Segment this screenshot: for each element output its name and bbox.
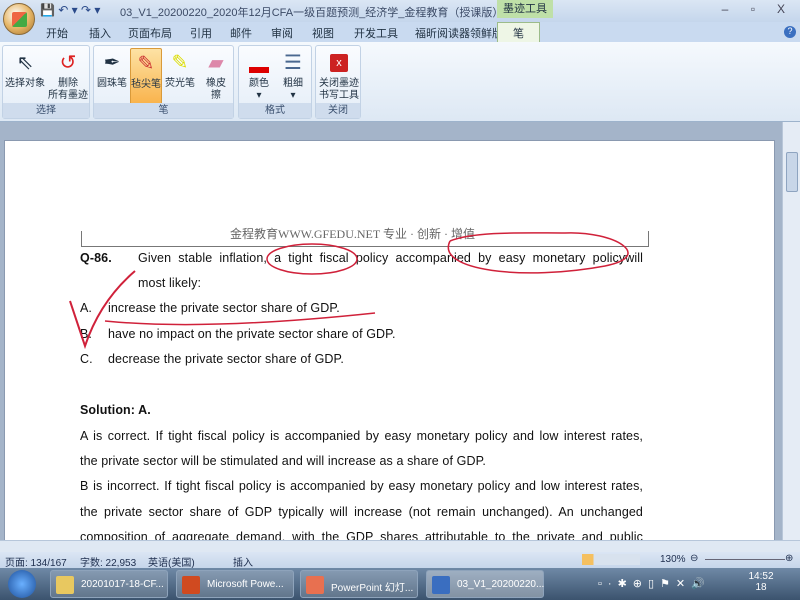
taskbar-item-powerpoint[interactable]: Microsoft Powe...	[176, 570, 294, 598]
window-title: 03_V1_20200220_2020年12月CFA一级百题预测_经济学_金程教…	[120, 7, 543, 19]
taskbar: 20201017-18-CF... Microsoft Powe... Powe…	[0, 568, 800, 600]
document-page[interactable]: 金程教育WWW.GFEDU.NET 专业 · 创新 · 增值 Q-86. Giv…	[4, 140, 775, 540]
clock[interactable]: 14:52 18	[748, 571, 774, 593]
group-label: 格式	[239, 103, 311, 118]
slideshow-icon	[306, 576, 324, 594]
zoom-in-icon[interactable]: ⊕	[785, 553, 793, 564]
powerpoint-icon	[182, 576, 200, 594]
tab-pens[interactable]: 笔	[497, 22, 540, 43]
ink-circle-easy-monetary	[447, 232, 629, 274]
page-count[interactable]: 页面: 134/167	[5, 554, 67, 569]
tab-mailings[interactable]: 邮件	[230, 25, 252, 41]
taskbar-item-word[interactable]: 03_V1_20200220...	[426, 570, 544, 598]
eraser-icon: ▰	[208, 52, 224, 74]
zoom-out-icon[interactable]: ⊖	[690, 553, 698, 564]
minimize-button[interactable]: –	[713, 2, 737, 16]
view-buttons[interactable]	[582, 554, 640, 565]
tab-insert[interactable]: 插入	[89, 25, 111, 41]
ribbon: ⇖ 选择对象 ↺ 删除 所有墨迹 选择 ✒ 圆珠笔 ✎ 毡尖笔 ✎ 荧光笔 ▰ 橡皮擦 笔 颜…	[0, 42, 800, 122]
group-pens: ✒ 圆珠笔 ✎ 毡尖笔 ✎ 荧光笔 ▰ 橡皮擦 笔	[93, 45, 234, 119]
group-close: x 关闭墨迹 书写工具 关闭	[315, 45, 361, 119]
restore-button[interactable]: ▫	[741, 2, 765, 16]
insert-mode[interactable]: 插入	[233, 554, 253, 569]
close-red-icon: x	[327, 50, 351, 76]
eraser-button[interactable]: ▰ 橡皮擦	[200, 48, 232, 102]
office-logo-icon	[12, 12, 27, 27]
tab-references[interactable]: 引用	[190, 25, 212, 41]
group-select: ⇖ 选择对象 ↺ 删除 所有墨迹 选择	[2, 45, 90, 119]
ballpoint-pen-button[interactable]: ✒ 圆珠笔	[96, 48, 128, 90]
help-icon[interactable]: ?	[784, 26, 796, 38]
color-icon	[247, 50, 271, 76]
start-button[interactable]	[8, 570, 36, 598]
select-objects-button[interactable]: ⇖ 选择对象	[5, 48, 45, 90]
title-bar: 💾 ↶ ▾ ↷ ▾ 03_V1_20200220_2020年12月CFA一级百题…	[0, 0, 800, 22]
close-button[interactable]: X	[769, 2, 793, 16]
close-ink-tools-button[interactable]: x 关闭墨迹 书写工具	[317, 48, 361, 102]
group-label: 选择	[3, 103, 89, 118]
group-label: 笔	[94, 103, 233, 118]
cursor-icon: ⇖	[16, 52, 34, 74]
language[interactable]: 英语(美国)	[148, 554, 195, 569]
quick-access-toolbar[interactable]: 💾 ↶ ▾ ↷ ▾	[40, 3, 100, 17]
zoom-level[interactable]: 130%	[660, 554, 686, 565]
thickness-button[interactable]: ☰ 粗细 ▾	[277, 48, 309, 102]
taskbar-item-slideshow[interactable]: PowerPoint 幻灯...	[300, 570, 418, 598]
ink-checkmark	[69, 270, 136, 350]
group-format: 颜色 ▾ ☰ 粗细 ▾ 格式	[238, 45, 312, 119]
felt-tip-pen-button[interactable]: ✎ 毡尖笔	[130, 48, 162, 106]
delete-all-ink-button[interactable]: ↺ 删除 所有墨迹	[47, 48, 89, 102]
highlighter-icon: ✎	[171, 52, 189, 74]
scroll-thumb[interactable]	[786, 152, 798, 192]
zoom-slider[interactable]	[705, 559, 785, 560]
highlighter-button[interactable]: ✎ 荧光笔	[164, 48, 196, 90]
tab-home[interactable]: 开始	[46, 25, 68, 41]
vertical-scrollbar[interactable]	[782, 122, 800, 540]
undo-delete-icon: ↺	[59, 52, 77, 74]
word-count[interactable]: 字数: 22,953	[80, 554, 136, 569]
word-icon	[432, 576, 450, 594]
tab-review[interactable]: 审阅	[271, 25, 293, 41]
status-bar: 页面: 134/167 字数: 22,953 英语(美国) 插入 130% ⊖ …	[0, 552, 800, 569]
document-area[interactable]: 金程教育WWW.GFEDU.NET 专业 · 创新 · 增值 Q-86. Giv…	[0, 122, 782, 540]
tab-page-layout[interactable]: 页面布局	[128, 25, 172, 41]
system-tray-icons[interactable]: ▫·✱⊕▯⚑✕🔊	[598, 577, 711, 590]
office-button[interactable]	[3, 3, 35, 35]
color-button[interactable]: 颜色 ▾	[243, 48, 275, 102]
tab-developer[interactable]: 开发工具	[354, 25, 398, 41]
tab-foxit[interactable]: 福昕阅读器领鲜版	[415, 25, 503, 41]
ribbon-tabs: 开始 插入 页面布局 引用 邮件 审阅 视图 开发工具 福昕阅读器领鲜版 笔 ?	[0, 22, 800, 43]
taskbar-item-folder[interactable]: 20201017-18-CF...	[50, 570, 168, 598]
ink-tools-context-label: 墨迹工具	[497, 0, 553, 18]
ink-circle-tight-fiscal	[266, 243, 358, 275]
tab-view[interactable]: 视图	[312, 25, 334, 41]
ink-annotations	[69, 232, 629, 350]
ballpoint-pen-icon: ✒	[103, 52, 121, 74]
line-weight-icon: ☰	[284, 52, 302, 74]
ink-underline-option-a	[104, 312, 376, 326]
felt-pen-icon: ✎	[137, 53, 155, 75]
folder-icon	[56, 576, 74, 594]
horizontal-scrollbar[interactable]	[0, 540, 800, 552]
group-label: 关闭	[316, 103, 360, 118]
